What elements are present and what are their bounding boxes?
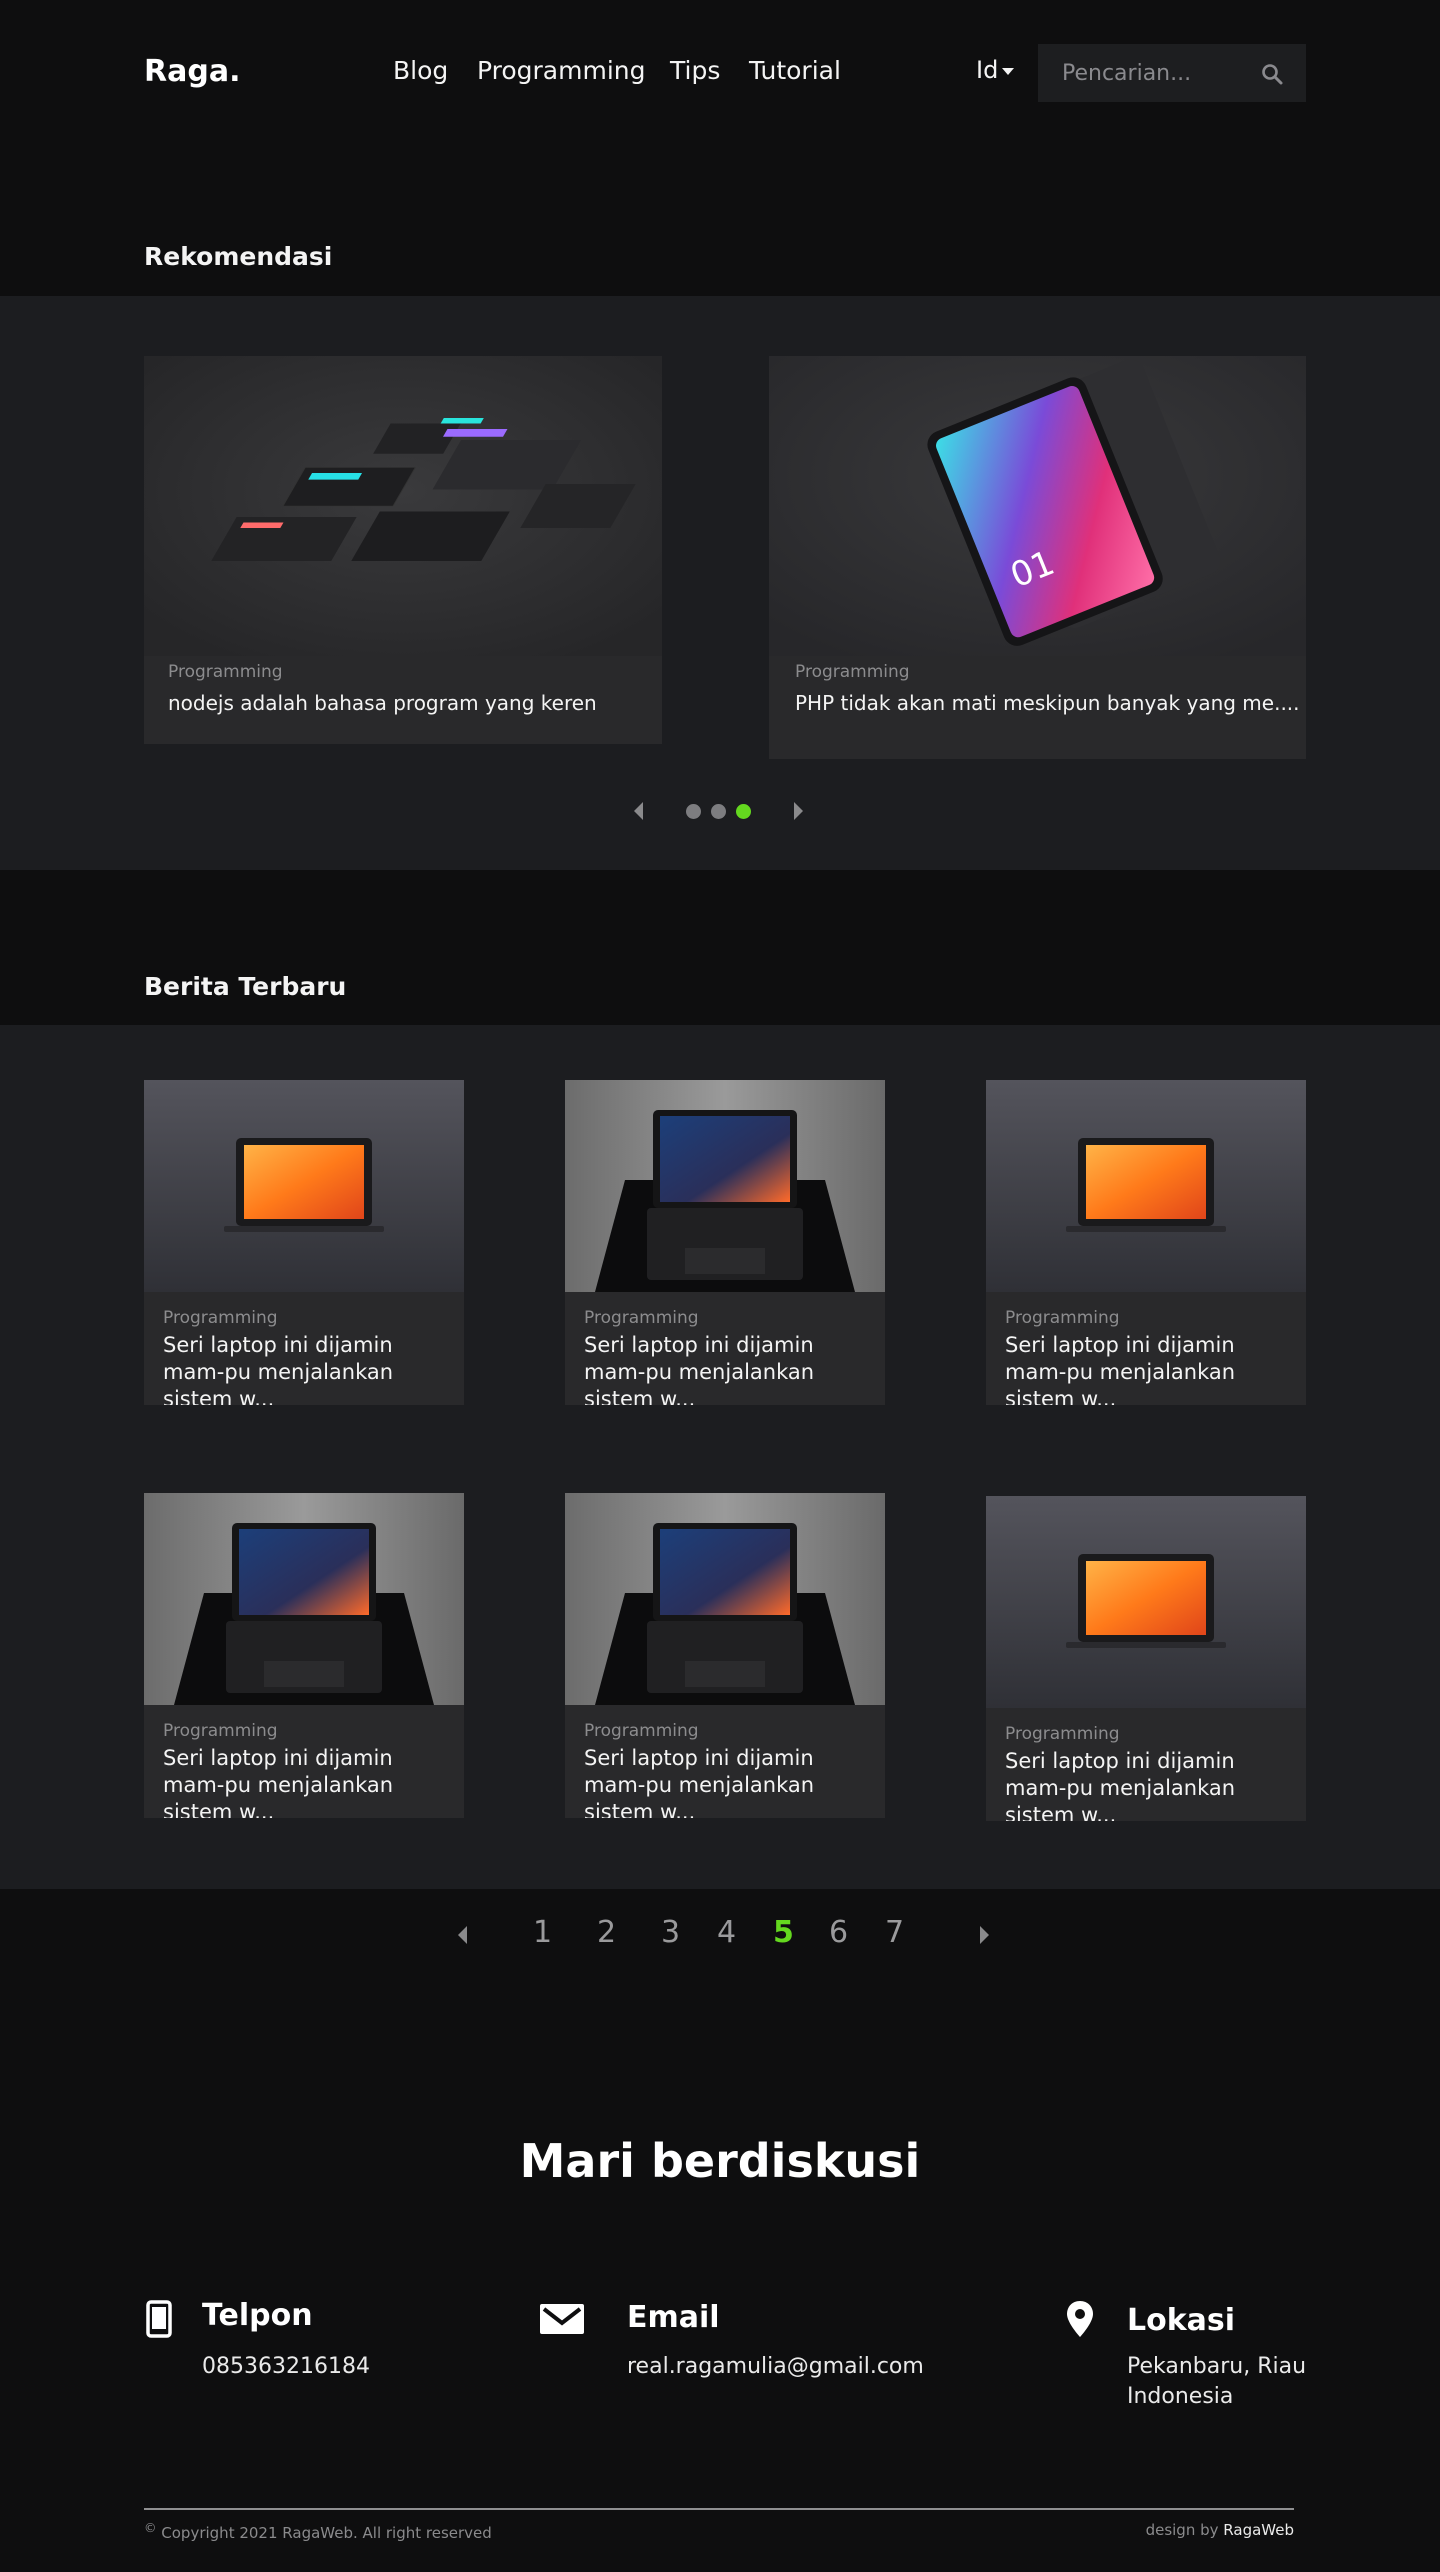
caret-down-icon	[1002, 67, 1015, 75]
email-value[interactable]: real.ragamulia@gmail.com	[627, 2352, 924, 2382]
tablet-mockup-image: 01	[769, 356, 1306, 656]
mail-icon	[540, 2304, 584, 2334]
section-title-news: Berita Terbaru	[144, 972, 347, 1001]
phone-icon	[146, 2300, 172, 2338]
pagination-prev-icon[interactable]	[458, 1926, 467, 1944]
page-link[interactable]: 4	[717, 1915, 736, 1950]
laptop-orange-image	[986, 1496, 1306, 1708]
pagination-next-icon[interactable]	[980, 1926, 989, 1944]
section-title-recommend: Rekomendasi	[144, 242, 333, 271]
carousel-next-icon[interactable]	[794, 802, 803, 820]
card-title[interactable]: Seri laptop ini dijamin mam-pu menjalank…	[163, 1745, 453, 1818]
copyright-symbol: ©	[144, 2520, 157, 2535]
card-title[interactable]: Seri laptop ini dijamin mam-pu menjalank…	[584, 1745, 874, 1818]
card-category: Programming	[584, 1308, 699, 1328]
card-title[interactable]: Seri laptop ini dijamin mam-pu menjalank…	[163, 1332, 453, 1405]
news-card[interactable]: Programming Seri laptop ini dijamin mam-…	[565, 1080, 885, 1405]
isometric-ui-mockup-image	[144, 356, 662, 656]
carousel-dot-3[interactable]	[736, 804, 751, 819]
nav-programming[interactable]: Programming	[477, 56, 646, 85]
news-card[interactable]: Programming Seri laptop ini dijamin mam-…	[144, 1080, 464, 1405]
nav-blog[interactable]: Blog	[393, 56, 448, 85]
card-category: Programming	[795, 662, 910, 682]
laptop-orange-image	[144, 1080, 464, 1292]
card-category: Programming	[163, 1308, 278, 1328]
macbook-mockup-image	[565, 1493, 885, 1705]
news-card[interactable]: Programming Seri laptop ini dijamin mam-…	[565, 1493, 885, 1818]
site-logo[interactable]: Raga.	[144, 54, 240, 89]
card-category: Programming	[163, 1721, 278, 1741]
card-category: Programming	[1005, 1724, 1120, 1744]
macbook-mockup-image	[565, 1080, 885, 1292]
nav-tips[interactable]: Tips	[670, 56, 720, 85]
laptop-orange-image	[986, 1080, 1306, 1292]
phone-label: Telpon	[202, 2298, 313, 2333]
card-category: Programming	[584, 1721, 699, 1741]
language-label: Id	[976, 56, 999, 84]
search-input[interactable]	[1038, 44, 1258, 102]
location-line-2: Indonesia	[1127, 2384, 1234, 2409]
footer-divider	[144, 2508, 1294, 2510]
macbook-mockup-image	[144, 1493, 464, 1705]
news-card[interactable]: Programming Seri laptop ini dijamin mam-…	[986, 1496, 1306, 1821]
page-link[interactable]: 3	[661, 1915, 680, 1950]
card-title[interactable]: Seri laptop ini dijamin mam-pu menjalank…	[1005, 1332, 1295, 1405]
location-label: Lokasi	[1127, 2303, 1236, 2338]
contact-heading: Mari berdiskusi	[519, 2134, 921, 2188]
card-title[interactable]: Seri laptop ini dijamin mam-pu menjalank…	[1005, 1748, 1295, 1821]
page-link-current[interactable]: 5	[773, 1915, 794, 1950]
nav-tutorial[interactable]: Tutorial	[749, 56, 841, 85]
search-box	[1038, 44, 1306, 102]
copyright-text: Copyright 2021 RagaWeb. All right reserv…	[161, 2524, 492, 2542]
recommend-card[interactable]: Programming nodejs adalah bahasa program…	[144, 356, 662, 744]
design-credit: design by RagaWeb	[1146, 2521, 1294, 2539]
carousel-dot-2[interactable]	[711, 804, 726, 819]
copyright: © Copyright 2021 RagaWeb. All right rese…	[144, 2520, 492, 2542]
location-pin-icon	[1067, 2301, 1093, 2337]
card-title[interactable]: Seri laptop ini dijamin mam-pu menjalank…	[584, 1332, 874, 1405]
carousel-dot-1[interactable]	[686, 804, 701, 819]
page-link[interactable]: 6	[829, 1915, 848, 1950]
page-link[interactable]: 2	[597, 1915, 616, 1950]
search-icon[interactable]	[1260, 62, 1284, 86]
news-card[interactable]: Programming Seri laptop ini dijamin mam-…	[986, 1080, 1306, 1405]
news-card[interactable]: Programming Seri laptop ini dijamin mam-…	[144, 1493, 464, 1818]
card-title[interactable]: nodejs adalah bahasa program yang keren	[168, 690, 597, 717]
location-line-1: Pekanbaru, Riau	[1127, 2354, 1307, 2379]
card-category: Programming	[1005, 1308, 1120, 1328]
recommend-card[interactable]: 01 Programming PHP tidak akan mati meski…	[769, 356, 1306, 759]
credit-link[interactable]: RagaWeb	[1223, 2521, 1294, 2539]
email-label: Email	[627, 2300, 720, 2335]
carousel-prev-icon[interactable]	[634, 802, 643, 820]
phone-value[interactable]: 085363216184	[202, 2352, 370, 2382]
page-link[interactable]: 7	[885, 1915, 904, 1950]
page-link[interactable]: 1	[533, 1915, 552, 1950]
card-category: Programming	[168, 662, 283, 682]
credit-prefix: design by	[1145, 2521, 1219, 2539]
card-title[interactable]: PHP tidak akan mati meskipun banyak yang…	[795, 690, 1300, 717]
language-selector[interactable]: Id	[976, 56, 1015, 84]
